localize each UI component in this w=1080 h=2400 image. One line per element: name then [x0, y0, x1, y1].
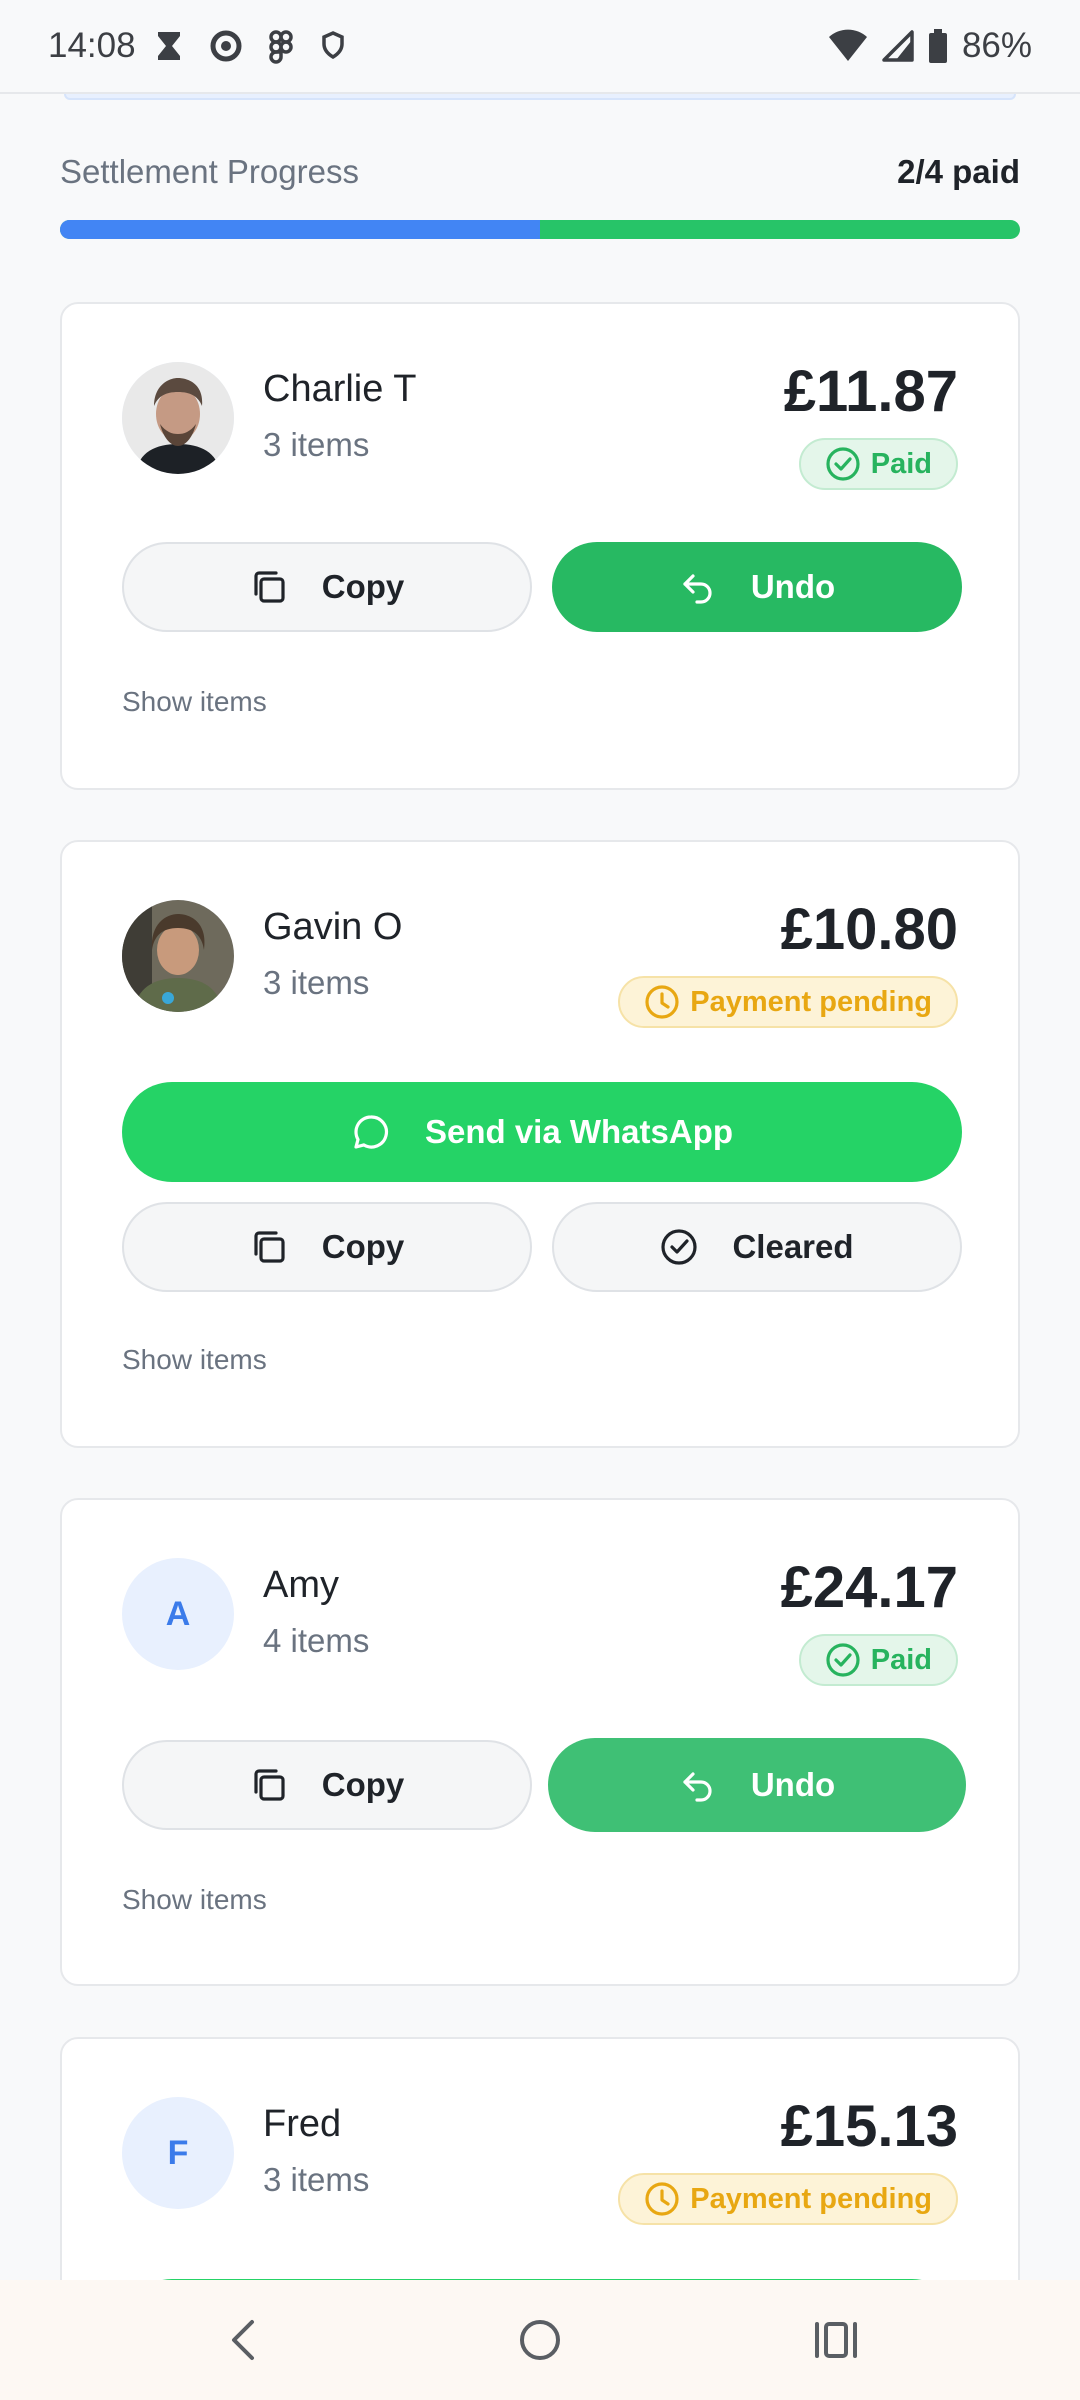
items-count: 3 items — [263, 426, 370, 463]
avatar-fred[interactable]: F — [122, 2097, 234, 2209]
copy-button[interactable]: Copy — [122, 542, 532, 632]
progress-fill-paid — [60, 220, 540, 239]
clock-icon — [645, 985, 679, 1019]
send-whatsapp-label: Send via WhatsApp — [424, 1113, 734, 1150]
check-circle-icon — [826, 447, 860, 481]
check-circle-icon — [826, 1643, 860, 1677]
chrome-icon — [210, 30, 242, 62]
person-card-amy: A Amy 4 items £24.17 Paid Copy Undo Show… — [60, 1498, 1020, 1986]
items-count: 3 items — [263, 2161, 370, 2198]
undo-icon — [683, 1772, 712, 1802]
avatar-gavin[interactable] — [122, 900, 234, 1012]
signal-icon — [882, 30, 914, 62]
person-name: Amy — [263, 1564, 339, 1606]
amount-owed: £10.80 — [780, 897, 958, 962]
copy-button[interactable]: Copy — [122, 1740, 532, 1830]
home-circle-icon — [520, 2320, 560, 2360]
clock-icon — [645, 2182, 679, 2216]
nav-recents-button[interactable] — [776, 2280, 896, 2400]
status-badge-paid: Paid — [798, 1634, 958, 1686]
back-chevron-icon — [232, 2320, 254, 2360]
person-name: Charlie T — [263, 368, 417, 410]
figma-icon — [269, 30, 293, 64]
hourglass-icon — [158, 32, 180, 60]
status-bar: 14:08 86% — [0, 0, 1080, 94]
cleared-button[interactable]: Cleared — [552, 1202, 962, 1292]
system-nav-bar — [0, 2280, 1080, 2400]
copy-button[interactable]: Copy — [122, 1202, 532, 1292]
avatar-photo — [122, 362, 234, 474]
person-card-gavin: Gavin O 3 items £10.80 Payment pending S… — [60, 840, 1020, 1448]
status-badge-paid: Paid — [798, 438, 958, 490]
status-badge-label: Payment pending — [690, 985, 932, 1018]
copy-button-label: Copy — [321, 568, 405, 605]
settlement-progress-bar — [60, 220, 1020, 239]
person-name: Fred — [263, 2103, 342, 2145]
nav-home-button[interactable] — [480, 2280, 600, 2400]
undo-button-label: Undo — [750, 1766, 836, 1803]
progress-count: 2/4 paid — [897, 153, 1020, 190]
status-badge-label: Paid — [870, 1643, 932, 1676]
items-count: 4 items — [263, 1622, 370, 1659]
status-badge-label: Payment pending — [690, 2182, 932, 2215]
copy-icon — [254, 1769, 285, 1801]
undo-icon — [683, 574, 712, 604]
amount-owed: £15.13 — [780, 2094, 958, 2159]
copy-icon — [254, 1231, 285, 1263]
status-badge-pending: Payment pending — [618, 976, 958, 1028]
check-circle-icon — [661, 1229, 698, 1265]
copy-button-label: Copy — [321, 1766, 405, 1803]
recents-icon — [815, 2322, 857, 2358]
shield-icon — [322, 31, 344, 60]
amount-owed: £11.87 — [783, 359, 958, 424]
undo-button[interactable]: Undo — [548, 1738, 966, 1832]
wifi-icon — [828, 29, 867, 61]
person-name: Gavin O — [263, 906, 403, 948]
cleared-button-label: Cleared — [732, 1228, 854, 1265]
chat-bubble-icon — [354, 1115, 388, 1149]
avatar-photo — [122, 900, 234, 1012]
nav-back-button[interactable] — [184, 2280, 304, 2400]
send-whatsapp-button[interactable]: Send via WhatsApp — [122, 1082, 962, 1182]
items-count: 3 items — [263, 964, 370, 1001]
undo-button[interactable]: Undo — [552, 542, 962, 632]
copy-icon — [254, 571, 285, 603]
undo-button-label: Undo — [750, 568, 836, 605]
status-notification-icons — [154, 30, 346, 64]
battery-percent: 86% — [961, 26, 1032, 65]
progress-label: Settlement Progress — [60, 153, 359, 190]
person-card-charlie: Charlie T 3 items £11.87 Paid Copy Undo … — [60, 302, 1020, 790]
avatar-amy[interactable]: A — [122, 1558, 234, 1670]
previous-section-edge — [64, 94, 1016, 100]
show-items-link[interactable]: Show items — [122, 1344, 267, 1376]
avatar-charlie[interactable] — [122, 362, 234, 474]
status-system-icons: 86% — [828, 26, 1032, 66]
copy-button-label: Copy — [321, 1228, 405, 1265]
battery-icon — [928, 29, 947, 63]
show-items-link[interactable]: Show items — [122, 686, 267, 718]
show-items-link[interactable]: Show items — [122, 1884, 267, 1916]
status-time: 14:08 — [48, 26, 136, 65]
amount-owed: £24.17 — [780, 1555, 958, 1620]
status-badge-pending: Payment pending — [618, 2173, 958, 2225]
status-badge-label: Paid — [870, 447, 932, 480]
